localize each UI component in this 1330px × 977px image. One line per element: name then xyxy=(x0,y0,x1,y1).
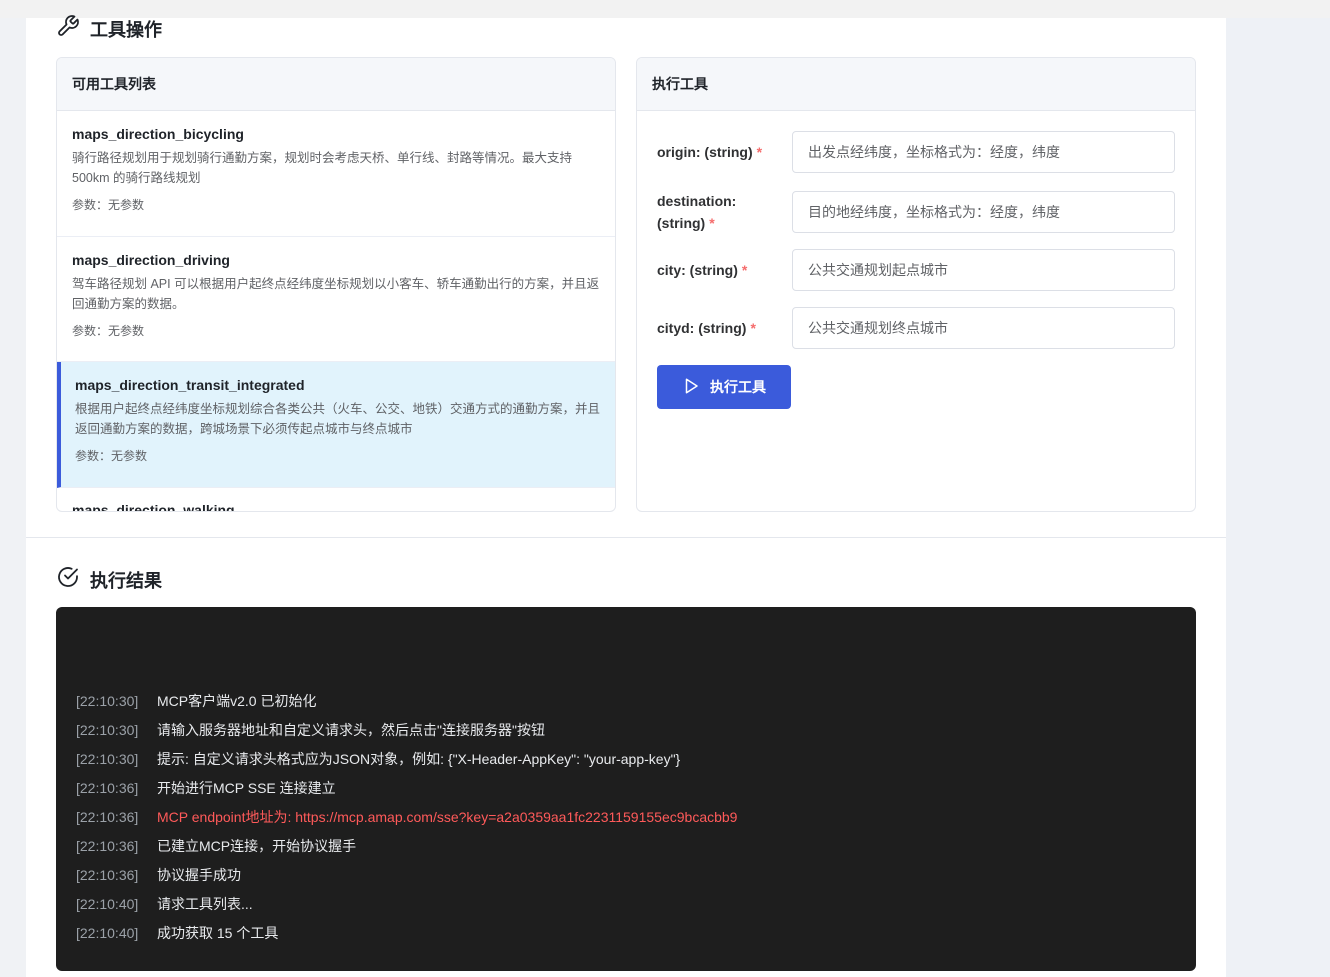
log-line: [22:10:40] 成功获取 15 个工具 xyxy=(76,923,1196,952)
execute-tool-button[interactable]: 执行工具 xyxy=(657,365,791,409)
city-input[interactable] xyxy=(792,249,1175,291)
tool-name: maps_direction_driving xyxy=(72,252,230,268)
tool-params: 参数：无参数 xyxy=(72,198,145,212)
main-container: 工具操作 可用工具列表 maps_direction_bicycling 骑行路… xyxy=(26,15,1226,977)
log-timestamp: [22:10:40] xyxy=(76,925,139,941)
log-line: [22:10:30] 提示: 自定义请求头格式应为JSON对象，例如: {"X-H… xyxy=(76,749,1196,778)
log-timestamp: [22:10:36] xyxy=(76,838,139,854)
execute-tool-button-label: 执行工具 xyxy=(710,379,766,395)
tool-params: 参数：无参数 xyxy=(72,324,145,338)
tool-name: maps_direction_transit_integrated xyxy=(75,377,305,393)
origin-input[interactable] xyxy=(792,131,1175,173)
log-timestamp: [22:10:30] xyxy=(76,722,139,738)
form-row-destination: destination: (string) * xyxy=(657,190,1175,234)
tools-section-title-text: 工具操作 xyxy=(90,19,162,40)
section-divider xyxy=(26,537,1226,538)
origin-label: origin: (string) * xyxy=(657,144,763,160)
wrench-icon xyxy=(56,14,80,43)
tool-item-transit-integrated[interactable]: maps_direction_transit_integrated 根据用户起终… xyxy=(57,362,615,488)
page-background-strip xyxy=(1226,18,1330,977)
tool-desc: 根据用户起终点经纬度坐标规划综合各类公共（火车、公交、地铁）交通方式的通勤方案，… xyxy=(75,402,601,436)
log-line: [22:10:30] 请输入服务器地址和自定义请求头，然后点击"连接服务器"按钮 xyxy=(76,720,1196,749)
log-timestamp: [22:10:40] xyxy=(76,896,139,912)
tool-name: maps_direction_bicycling xyxy=(72,126,244,142)
log-message: MCP客户端v2.0 已初始化 xyxy=(157,693,317,709)
log-timestamp: [22:10:36] xyxy=(76,867,139,883)
tool-item-driving[interactable]: maps_direction_driving 驾车路径规划 API 可以根据用户… xyxy=(57,237,615,362)
tool-item-bicycling[interactable]: maps_direction_bicycling 骑行路径规划用于规划骑行通勤方… xyxy=(57,111,615,237)
execute-tool-header: 执行工具 xyxy=(637,58,1195,111)
log-timestamp: [22:10:30] xyxy=(76,751,139,767)
log-message: 开始进行MCP SSE 连接建立 xyxy=(157,780,336,796)
log-timestamp: [22:10:36] xyxy=(76,780,139,796)
log-line: [22:10:36] MCP endpoint地址为: https://mcp.a… xyxy=(76,807,1196,836)
form-row-origin: origin: (string) * xyxy=(657,131,1175,173)
cityd-label: cityd: (string) * xyxy=(657,320,756,336)
execute-tool-card: 执行工具 origin: (string)* destination: (str… xyxy=(636,57,1196,512)
log-line: [22:10:36] 开始进行MCP SSE 连接建立 xyxy=(76,778,1196,807)
tool-desc: 驾车路径规划 API 可以根据用户起终点经纬度坐标规划以小客车、轿车通勤出行的方… xyxy=(72,277,600,311)
log-line: [22:10:36] 已建立MCP连接，开始协议握手 xyxy=(76,836,1196,865)
city-label: city: (string) * xyxy=(657,262,748,278)
destination-input[interactable] xyxy=(792,191,1175,233)
tool-name: maps_direction_walking xyxy=(72,502,235,512)
check-circle-icon xyxy=(56,565,80,594)
results-section-title: 执行结果 xyxy=(56,565,162,594)
log-message: 请输入服务器地址和自定义请求头，然后点击"连接服务器"按钮 xyxy=(157,722,545,738)
log-line: [22:10:40] 请求工具列表... xyxy=(76,894,1196,923)
log-timestamp: [22:10:30] xyxy=(76,693,139,709)
log-message: MCP endpoint地址为: https://mcp.amap.com/ss… xyxy=(157,809,738,825)
log-line: [22:10:36] 协议握手成功 xyxy=(76,865,1196,894)
tools-section-title: 工具操作 xyxy=(56,14,162,43)
log-line: [22:10:30] MCP客户端v2.0 已初始化 xyxy=(76,691,1196,720)
log-message: 协议握手成功 xyxy=(157,867,241,883)
log-message: 请求工具列表... xyxy=(157,896,253,912)
tool-desc: 骑行路径规划用于规划骑行通勤方案，规划时会考虑天桥、单行线、封路等情况。最大支持… xyxy=(72,151,573,185)
destination-label: destination: (string) * xyxy=(657,193,737,231)
play-icon xyxy=(682,377,700,398)
tools-list-header: 可用工具列表 xyxy=(57,58,615,111)
tools-list-card: 可用工具列表 maps_direction_bicycling 骑行路径规划用于… xyxy=(56,57,616,512)
tool-params: 参数：无参数 xyxy=(75,449,148,463)
log-message: 已建立MCP连接，开始协议握手 xyxy=(157,838,357,854)
result-console[interactable]: [22:10:30] MCP客户端v2.0 已初始化 [22:10:30] 请输入服务… xyxy=(56,607,1196,971)
log-timestamp: [22:10:36] xyxy=(76,809,139,825)
tool-item-walking[interactable]: maps_direction_walking xyxy=(57,488,615,512)
log-message: 成功获取 15 个工具 xyxy=(157,925,279,941)
form-row-city: city: (string) * xyxy=(657,249,1175,291)
browser-top-strip xyxy=(0,0,1330,18)
log-message: 提示: 自定义请求头格式应为JSON对象，例如: {"X-Header-AppK… xyxy=(157,751,681,767)
cityd-input[interactable] xyxy=(792,307,1175,349)
results-section-title-text: 执行结果 xyxy=(90,570,162,591)
form-row-cityd: cityd: (string) * xyxy=(657,307,1175,349)
